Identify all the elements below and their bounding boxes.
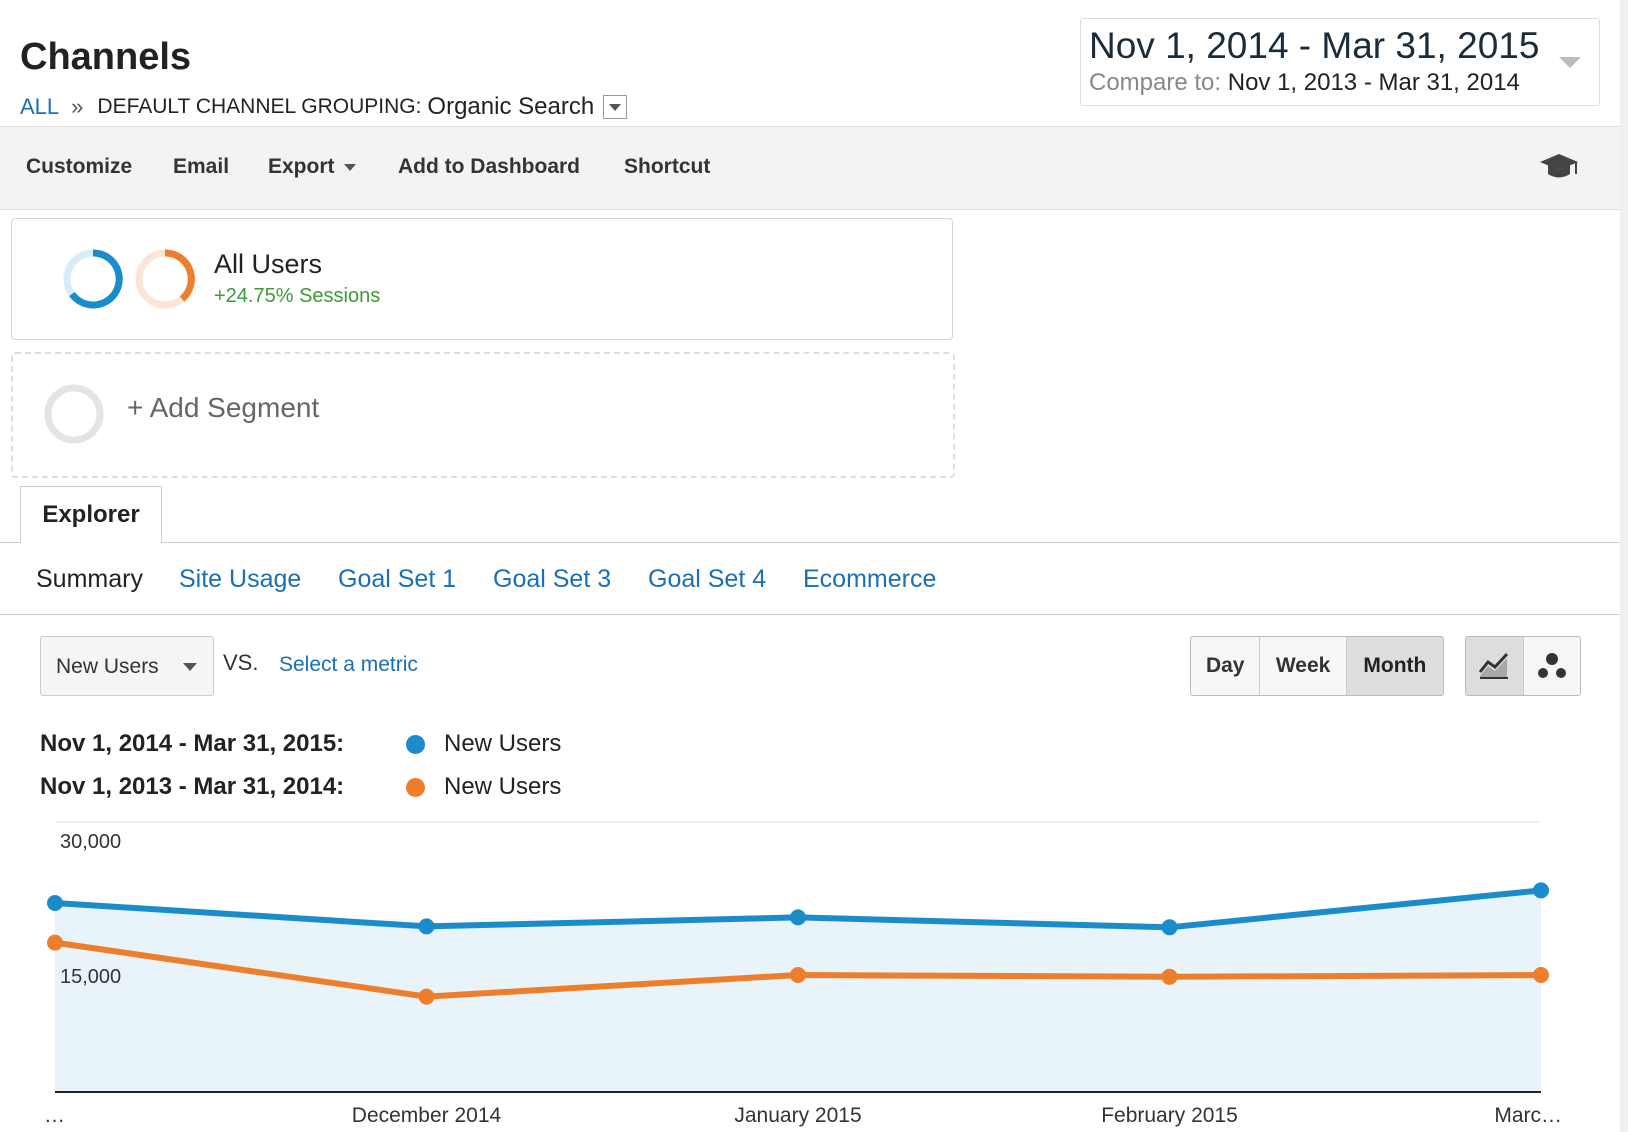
customize-button[interactable]: Customize: [26, 155, 132, 179]
data-point: [418, 988, 435, 1005]
grouping-dropdown-button[interactable]: [603, 95, 628, 119]
subtab-ecommerce[interactable]: Ecommerce: [803, 565, 936, 594]
data-point: [1533, 882, 1549, 899]
metric-select-value: New Users: [56, 655, 159, 678]
month-button[interactable]: Month: [1346, 637, 1443, 695]
segment-title: All Users: [214, 249, 323, 279]
period-toggle-group: Day Week Month: [1190, 636, 1444, 696]
line-chart-button[interactable]: [1466, 637, 1524, 695]
page-title: Channels: [20, 36, 192, 78]
breadcrumb: ALL » DEFAULT CHANNEL GROUPING: Organic …: [20, 93, 628, 121]
select-metric-link[interactable]: Select a metric: [279, 653, 418, 677]
tab-explorer[interactable]: Explorer: [20, 486, 162, 543]
subtab-site-usage[interactable]: Site Usage: [179, 565, 301, 594]
line-chart: 15,000 30,000 … December 2014 January 2015 Fe…: [44, 821, 1562, 1127]
caret-down-icon: [183, 663, 197, 671]
caret-down-icon: [343, 163, 356, 171]
add-segment-button[interactable]: + Add Segment: [127, 392, 319, 424]
data-point: [1161, 919, 1178, 936]
subtab-bar: Summary Site Usage Goal Set 1 Goal Set 3…: [0, 543, 1620, 615]
segment-donut-orange-icon: [135, 249, 195, 309]
legend-previous: Nov 1, 2013 - Mar 31, 2014: New Users: [40, 773, 561, 801]
export-button[interactable]: Export: [268, 155, 356, 179]
legend-current-range: Nov 1, 2014 - Mar 31, 2015:: [40, 730, 345, 757]
compare-label: Compare to:: [1089, 69, 1222, 96]
x-tick-label: December 2014: [352, 1104, 502, 1127]
bubble-chart-icon: [1537, 653, 1566, 678]
breadcrumb-grouping-value: Organic Search: [427, 93, 595, 120]
x-tick-label: January 2015: [734, 1104, 861, 1127]
week-button[interactable]: Week: [1260, 637, 1347, 695]
graduation-cap-icon[interactable]: [1538, 149, 1580, 185]
date-range-picker[interactable]: Nov 1, 2014 - Mar 31, 2015 Compare to: N…: [1080, 18, 1600, 106]
x-tick-label: February 2015: [1101, 1104, 1238, 1127]
vs-label: VS.: [223, 650, 259, 675]
legend-current: Nov 1, 2014 - Mar 31, 2015: New Users: [40, 730, 561, 758]
email-button[interactable]: Email: [173, 155, 229, 179]
chevron-down-icon[interactable]: [1559, 57, 1581, 68]
metric-select[interactable]: New Users: [40, 636, 214, 696]
subtab-summary[interactable]: Summary: [36, 565, 143, 594]
subtab-goal-set-3[interactable]: Goal Set 3: [493, 565, 611, 594]
x-tick-label: …: [44, 1104, 65, 1127]
legend-dot-orange: [406, 777, 425, 797]
data-point: [1161, 968, 1178, 985]
chart-type-toggle-group: [1465, 636, 1581, 696]
data-point: [790, 967, 806, 983]
segment-subtitle: +24.75% Sessions: [214, 285, 381, 307]
add-to-dashboard-button[interactable]: Add to Dashboard: [398, 155, 580, 179]
motion-chart-button[interactable]: [1524, 637, 1581, 695]
compare-range-text: Nov 1, 2013 - Mar 31, 2014: [1227, 69, 1520, 96]
line-chart-icon: [1479, 652, 1509, 679]
data-point: [47, 895, 63, 911]
y-tick-label: 15,000: [60, 966, 121, 988]
legend-previous-range: Nov 1, 2013 - Mar 31, 2014:: [40, 773, 345, 800]
empty-segment-donut-icon: [44, 384, 104, 444]
legend-current-name: New Users: [444, 730, 562, 757]
legend-previous-name: New Users: [444, 773, 562, 800]
subtab-goal-set-4[interactable]: Goal Set 4: [648, 565, 766, 594]
day-button[interactable]: Day: [1191, 637, 1261, 695]
breadcrumb-grouping-label: DEFAULT CHANNEL GROUPING:: [97, 95, 422, 118]
segment-all-users[interactable]: All Users +24.75% Sessions: [11, 218, 953, 340]
data-point: [47, 934, 63, 951]
y-tick-label: 30,000: [60, 831, 121, 853]
legend-dot-blue: [406, 734, 425, 754]
breadcrumb-all-link[interactable]: ALL: [20, 94, 59, 120]
breadcrumb-separator: »: [71, 94, 84, 119]
report-toolbar: Customize Email Export Add to Dashboard …: [0, 126, 1620, 210]
compare-range: Compare to: Nov 1, 2013 - Mar 31, 2014: [1089, 69, 1520, 97]
shortcut-button[interactable]: Shortcut: [624, 155, 710, 179]
export-label: Export: [268, 155, 335, 178]
data-point: [418, 918, 435, 935]
data-point: [790, 909, 806, 926]
segment-donut-blue-icon: [63, 249, 123, 309]
subtab-goal-set-1[interactable]: Goal Set 1: [338, 565, 456, 594]
data-point: [1533, 967, 1549, 983]
scrollbar-track[interactable]: [1620, 0, 1628, 1132]
date-range-text: Nov 1, 2014 - Mar 31, 2015: [1089, 25, 1540, 66]
x-tick-label: Marc…: [1494, 1104, 1562, 1127]
add-segment-box[interactable]: + Add Segment: [11, 352, 955, 478]
